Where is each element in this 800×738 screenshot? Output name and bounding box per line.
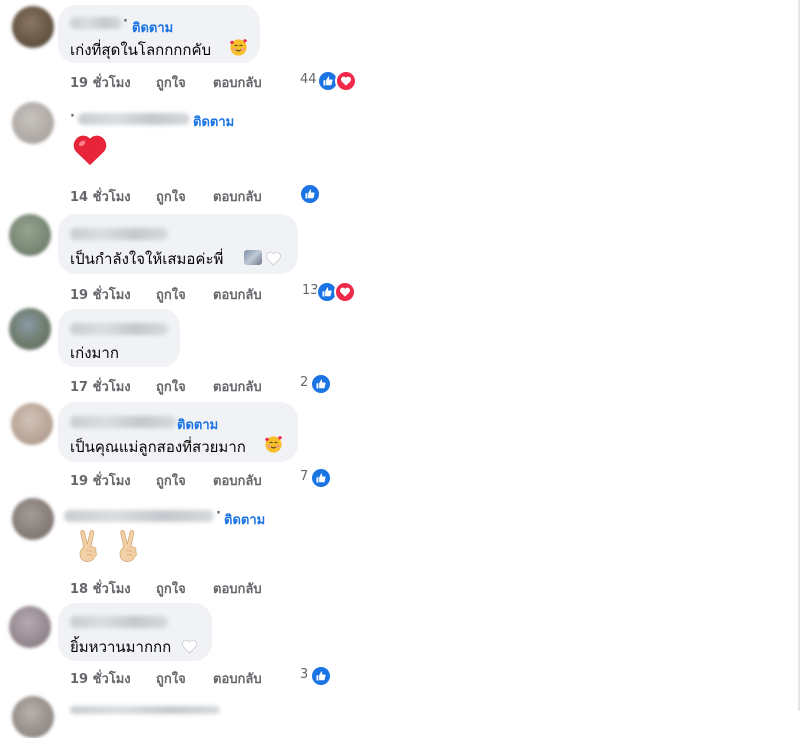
commenter-name[interactable] [70, 706, 220, 714]
reaction-count: 2 [300, 375, 309, 390]
commenter-name[interactable] [70, 616, 168, 628]
comment-time[interactable]: 14 ชั่วโมง [70, 186, 131, 207]
reaction-summary[interactable] [299, 183, 323, 205]
avatar[interactable] [12, 696, 54, 738]
comment-time[interactable]: 19 ชั่วโมง [70, 470, 131, 491]
reply-action[interactable]: ตอบกลับ [213, 578, 262, 599]
smiling-face-with-hearts-icon [229, 38, 248, 57]
comment-text: เป็นคุณแม่ลูกสองที่สวยมาก [70, 438, 246, 456]
comment-time[interactable]: 18 ชั่วโมง [70, 578, 131, 599]
victory-hand-icon [116, 529, 143, 563]
follow-link[interactable]: ติดตาม [177, 414, 218, 435]
comment-time[interactable]: 19 ชั่วโมง [70, 72, 131, 93]
like-action[interactable]: ถูกใจ [156, 470, 186, 491]
reply-action[interactable]: ตอบกลับ [213, 376, 262, 397]
avatar[interactable] [9, 606, 51, 648]
like-icon [310, 373, 332, 395]
sticker-icon [244, 250, 262, 265]
separator-dot: · [123, 14, 128, 29]
reply-action[interactable]: ตอบกลับ [213, 470, 262, 491]
like-icon [310, 665, 332, 687]
avatar[interactable] [11, 403, 53, 445]
like-action[interactable]: ถูกใจ [156, 376, 186, 397]
reaction-count: 3 [300, 667, 309, 682]
avatar[interactable] [12, 6, 54, 48]
reaction-summary[interactable]: 2 [300, 373, 336, 395]
love-icon [335, 70, 357, 92]
reply-action[interactable]: ตอบกลับ [213, 668, 262, 689]
commenter-name[interactable] [70, 323, 168, 335]
separator-dot: · [70, 109, 75, 124]
follow-link[interactable]: ติดตาม [132, 17, 173, 38]
comment-time[interactable]: 17 ชั่วโมง [70, 376, 131, 397]
like-action[interactable]: ถูกใจ [156, 578, 186, 599]
like-icon [299, 183, 321, 205]
reaction-count: 44 [300, 72, 317, 87]
victory-hand-icon [76, 529, 103, 563]
white-heart-icon [181, 638, 198, 655]
reply-action[interactable]: ตอบกลับ [213, 186, 262, 207]
reaction-summary[interactable]: 13 [302, 281, 362, 303]
follow-link[interactable]: ติดตาม [224, 509, 265, 530]
comment-item: เก่งมาก 17 ชั่วโมง ถูกใจ ตอบกลับ 2 [0, 302, 790, 396]
like-action[interactable]: ถูกใจ [156, 668, 186, 689]
avatar[interactable] [9, 214, 51, 256]
reaction-summary[interactable]: 7 [300, 467, 336, 489]
comment-item: ยิ้มหวานมากกก 19 ชั่วโมง ถูกใจ ตอบกลับ 3 [0, 598, 790, 694]
commenter-name[interactable] [78, 113, 190, 125]
comment-item: · ติดตาม 14 ชั่วโมง ถูกใจ ตอบกลับ [0, 96, 790, 206]
commenter-name[interactable] [70, 416, 176, 428]
reaction-summary[interactable]: 3 [300, 665, 336, 687]
comment-text: เก่งมาก [70, 344, 119, 362]
comment-item: เป็นกำลังใจให้เสมอค่ะพี่ 19 ชั่วโมง ถูกใ… [0, 206, 790, 303]
red-heart-icon [73, 135, 107, 166]
comment-item: · ติดตาม 18 ชั่วโมง ถูกใจ ตอบกลับ [0, 492, 790, 598]
commenter-name[interactable] [70, 228, 168, 240]
follow-link[interactable]: ติดตาม [193, 111, 234, 132]
separator-dot: · [216, 506, 221, 521]
like-action[interactable]: ถูกใจ [156, 72, 186, 93]
comment-text: ยิ้มหวานมากกก [70, 638, 172, 656]
comment-time[interactable]: 19 ชั่วโมง [70, 668, 131, 689]
comment-item: · ติดตาม เก่งที่สุดในโลกกกกคับ 19 ชั่วโม… [0, 0, 790, 96]
reply-action[interactable]: ตอบกลับ [213, 72, 262, 93]
white-heart-icon [265, 250, 282, 267]
commenter-name[interactable] [70, 17, 122, 29]
comment-text: เป็นกำลังใจให้เสมอค่ะพี่ [70, 250, 224, 268]
like-action[interactable]: ถูกใจ [156, 186, 186, 207]
avatar[interactable] [9, 308, 51, 350]
commenter-name[interactable] [64, 510, 214, 522]
reaction-summary[interactable]: 44 [300, 70, 360, 92]
love-icon [334, 281, 356, 303]
comment-text: เก่งที่สุดในโลกกกกคับ [70, 41, 212, 59]
like-icon [310, 467, 332, 489]
smiling-face-with-hearts-icon [264, 435, 283, 454]
avatar[interactable] [12, 498, 54, 540]
comment-item: ติดตาม เป็นคุณแม่ลูกสองที่สวยมาก 19 ชั่ว… [0, 396, 790, 492]
comment-item [0, 694, 790, 738]
reaction-count: 7 [300, 469, 309, 484]
avatar[interactable] [12, 102, 54, 144]
